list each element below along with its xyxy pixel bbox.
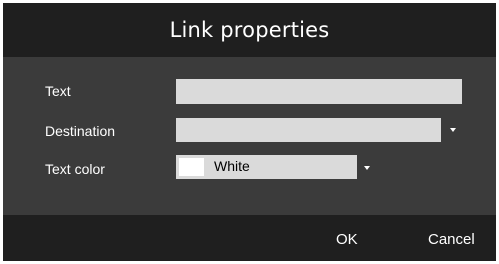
text-color-dropdown[interactable]: White [176, 155, 357, 179]
dialog-footer: OK Cancel [3, 215, 496, 261]
chevron-down-icon[interactable] [450, 128, 456, 132]
text-input[interactable] [176, 79, 462, 104]
link-properties-dialog: Link properties Text Destination Text co… [3, 3, 496, 261]
destination-dropdown[interactable] [176, 118, 441, 142]
destination-label: Destination [45, 123, 116, 139]
color-swatch [179, 158, 204, 176]
chevron-down-icon[interactable] [364, 166, 370, 170]
text-color-value: White [214, 158, 250, 174]
dialog-title: Link properties [169, 18, 330, 42]
dialog-titlebar: Link properties [3, 3, 496, 57]
dialog-content: Text Destination Text color White [3, 57, 496, 215]
ok-button[interactable]: OK [336, 231, 358, 248]
cancel-button[interactable]: Cancel [428, 231, 475, 248]
text-label: Text [45, 83, 71, 99]
text-color-label: Text color [45, 161, 105, 177]
